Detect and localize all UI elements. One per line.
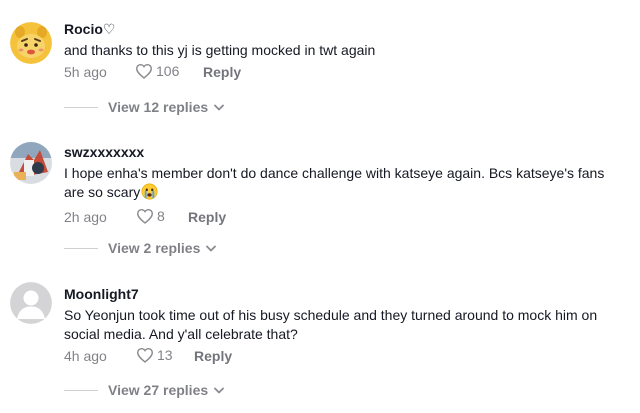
comment-content: Moonlight7 So Yeonjun took time out of h… [64, 285, 630, 367]
comment-username[interactable]: Moonlight7 [64, 285, 630, 303]
comment-text: I hope enha's member don't do dance chal… [64, 164, 619, 205]
avatar[interactable] [10, 142, 52, 184]
reply-button[interactable]: Reply [188, 209, 226, 225]
view-replies-label: View 12 replies [108, 99, 209, 115]
comment-meta: 5h ago 106 Reply [64, 63, 630, 83]
chevron-down-icon [214, 387, 225, 393]
comment-text: So Yeonjun took time out of his busy sch… [64, 307, 598, 342]
comment-time: 2h ago [64, 209, 107, 225]
replies-divider [64, 389, 98, 391]
comment-content: Rocio♡ and thanks to this yj is getting … [64, 20, 630, 83]
avatar[interactable] [10, 282, 52, 324]
replies-divider [64, 247, 98, 249]
heart-icon [135, 63, 153, 79]
crying-face-emoji [141, 183, 158, 205]
comment-content: swzxxxxxxx I hope enha's member don't do… [64, 143, 630, 228]
reply-button[interactable]: Reply [203, 64, 241, 80]
like-count: 13 [157, 347, 173, 363]
like-count: 106 [156, 63, 180, 79]
like-button[interactable]: 106 [135, 63, 179, 79]
like-count: 8 [157, 208, 165, 224]
like-button[interactable]: 8 [136, 208, 165, 224]
view-replies-button[interactable]: View 27 replies [64, 381, 225, 399]
heart-icon [136, 347, 154, 363]
comment-time: 5h ago [64, 64, 107, 80]
view-replies-label: View 2 replies [108, 240, 201, 256]
comment-username[interactable]: swzxxxxxxx [64, 143, 630, 161]
view-replies-label: View 27 replies [108, 382, 209, 398]
avatar[interactable] [10, 22, 52, 64]
view-replies-button[interactable]: View 12 replies [64, 98, 225, 116]
comment-meta: 4h ago 13 Reply [64, 347, 630, 367]
comment-username[interactable]: Rocio♡ [64, 20, 630, 38]
chevron-down-icon [214, 104, 225, 110]
comment-meta: 2h ago 8 Reply [64, 208, 630, 228]
like-button[interactable]: 13 [136, 347, 173, 363]
heart-icon [136, 208, 154, 224]
comment-time: 4h ago [64, 348, 107, 364]
comment-text: and thanks to this yj is getting mocked … [64, 42, 376, 58]
replies-divider [64, 106, 98, 108]
reply-button[interactable]: Reply [194, 348, 232, 364]
view-replies-button[interactable]: View 2 replies [64, 239, 217, 257]
chevron-down-icon [206, 245, 217, 251]
